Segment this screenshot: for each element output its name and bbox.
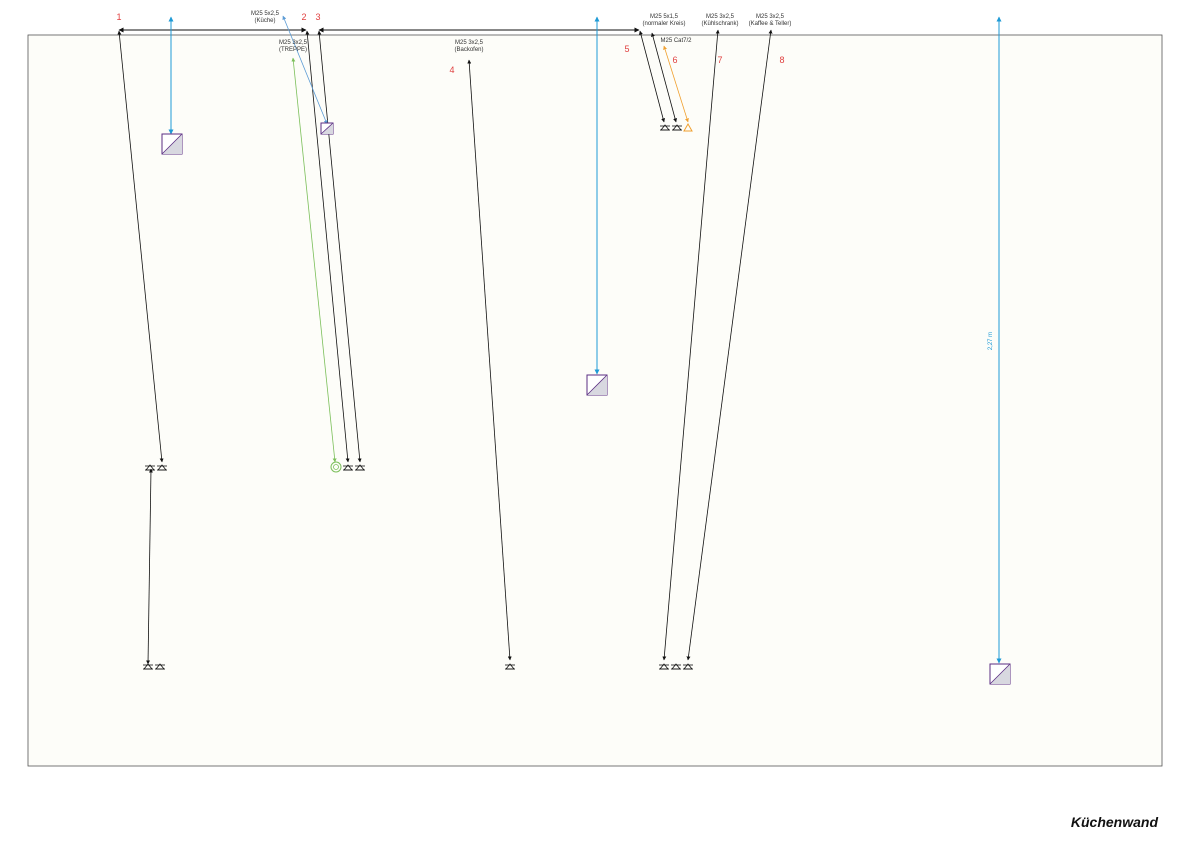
circuit-number: 5 [624, 44, 629, 54]
circuit-number: 4 [449, 65, 454, 75]
circuit-number: 8 [779, 55, 784, 65]
circuit-number: 7 [717, 55, 722, 65]
circuit-number: 2 [301, 12, 306, 22]
junction-box-2 [586, 374, 608, 396]
cable-label-cat: M25 Cat7/2 [660, 38, 692, 44]
cable-label-kaffee-l2: (Kaffee & Teller) [749, 21, 792, 27]
cable-label-normal-l2: (normaler Kreis) [642, 21, 685, 27]
circuit-number: 6 [672, 55, 677, 65]
wiring-diagram: 2,27 m 1 2 3 4 5 6 7 8 M25 5x2,5 (Küche)… [27, 11, 1163, 830]
junction-box-small [320, 122, 334, 135]
cable-label-kueche-l2: (Küche) [254, 18, 275, 24]
cable-label-kuehlschrank-l2: (Kühlschrank) [701, 21, 738, 27]
cable-label-backofen-l2: (Backofen) [454, 47, 483, 53]
cable-label-kaffee-l1: M25 3x2,5 [756, 14, 785, 20]
circuit-number: 1 [116, 12, 121, 22]
junction-box-3 [989, 663, 1011, 685]
cable-label-treppe-l2: (TREPPE) [279, 47, 307, 53]
circuit-number: 3 [315, 12, 320, 22]
page-title: Küchenwand [1071, 814, 1159, 830]
dimension-label: 2,27 m [988, 332, 994, 350]
junction-box-1 [161, 133, 183, 155]
wall-frame [27, 34, 1163, 767]
cable-label-backofen-l1: M25 3x2,5 [455, 40, 484, 46]
cable-label-treppe-l1: M25 3x2,5 [279, 40, 308, 46]
cable-label-kuehlschrank-l1: M25 3x2,5 [706, 14, 735, 20]
cable-label-kueche-l1: M25 5x2,5 [251, 11, 280, 17]
cable-label-normal-l1: M25 5x1,5 [650, 14, 679, 20]
